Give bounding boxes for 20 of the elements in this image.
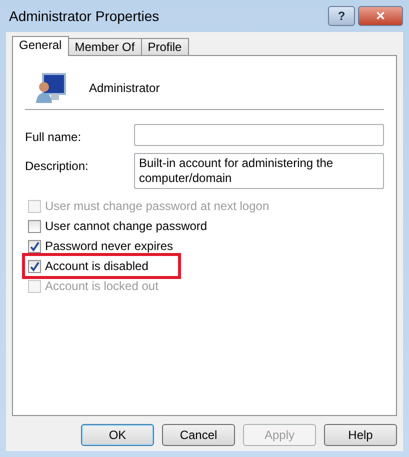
field-label: Description: (25, 158, 90, 175)
dialog-button[interactable]: OK (81, 424, 154, 446)
user-computer-icon (35, 72, 67, 104)
input-field[interactable]: Built-in account for administering the computer/domain (134, 153, 384, 189)
account-name: Administrator (89, 80, 160, 96)
checkbox-label[interactable]: Account is disabled (45, 257, 148, 275)
tab[interactable]: Profile (140, 38, 189, 55)
checkbox-label[interactable]: Password never expires (45, 237, 174, 255)
checkbox[interactable] (28, 240, 41, 252)
checkbox[interactable] (28, 260, 41, 272)
checkbox-label[interactable]: User cannot change password (45, 217, 208, 235)
tab[interactable]: General (12, 36, 69, 56)
help-button[interactable]: ? (328, 6, 355, 26)
tab[interactable]: Member Of (68, 38, 142, 55)
checkbox[interactable] (28, 220, 41, 232)
input-field[interactable] (134, 124, 384, 146)
dialog-button[interactable]: Cancel (162, 424, 235, 446)
field-label: Full name: (25, 129, 82, 146)
window-title: Administrator Properties (9, 6, 160, 26)
dialog-button[interactable]: Help (324, 424, 397, 446)
